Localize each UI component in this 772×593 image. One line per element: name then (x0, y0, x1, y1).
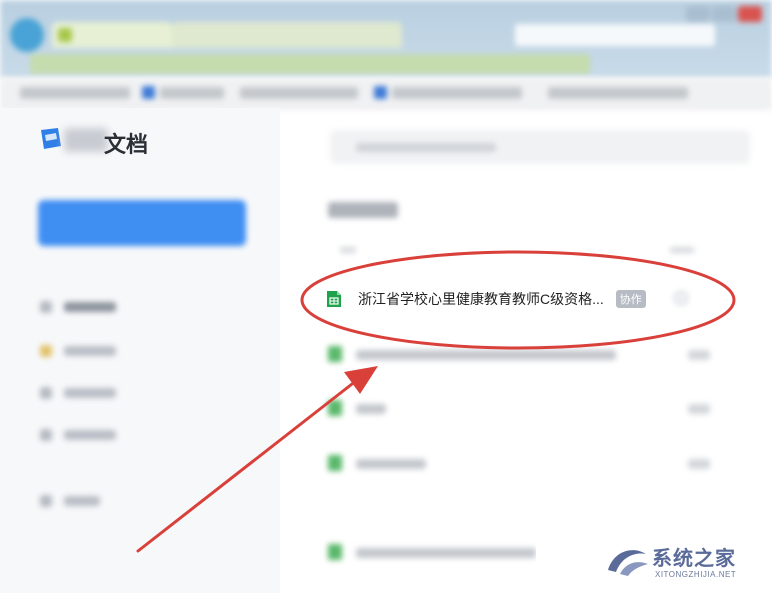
spreadsheet-icon (327, 291, 341, 307)
list-item-title (356, 350, 616, 360)
sidebar-item-settings[interactable] (40, 490, 100, 512)
list-item-title (356, 548, 536, 558)
app-logo-text: 文档 (104, 132, 149, 157)
document-title[interactable]: 浙江省学校心里健康教育教师C级资格... (358, 289, 604, 309)
bookmark-icon (142, 86, 155, 99)
browser-tab[interactable] (172, 22, 402, 48)
list-item[interactable] (320, 336, 740, 372)
sheet-icon (328, 346, 342, 362)
collaboration-badge: 协作 (615, 290, 646, 308)
gear-icon (40, 495, 52, 507)
sheet-icon (328, 400, 342, 416)
maximize-button[interactable] (712, 6, 736, 22)
bookmark-item[interactable] (548, 87, 688, 99)
bookmarks-bar (0, 78, 772, 109)
bookmark-item[interactable] (240, 87, 358, 99)
sidebar-item-trash[interactable] (40, 424, 116, 446)
sidebar-item-starred[interactable] (40, 340, 116, 362)
list-item[interactable] (320, 390, 740, 426)
document-row[interactable]: 浙江省学校心里健康教育教师C级资格... 协作 (326, 283, 706, 315)
sidebar-item-shared[interactable] (40, 382, 116, 404)
sheet-icon (328, 455, 342, 471)
sidebar-item-label (64, 302, 116, 312)
more-icon[interactable] (688, 404, 710, 414)
browser-logo-icon (10, 18, 44, 52)
list-item-title (356, 404, 386, 414)
star-icon (40, 345, 52, 357)
watermark-subtext: XITONGZHIJIA.NET (655, 570, 737, 579)
sidebar-item-label (64, 430, 116, 440)
column-headers (340, 247, 694, 253)
share-icon (40, 387, 52, 399)
folder-icon (40, 429, 52, 441)
sidebar-item-label (64, 346, 116, 356)
browser-search-input[interactable] (515, 24, 715, 46)
list-item-title (356, 459, 426, 469)
more-icon[interactable] (688, 459, 710, 469)
list-item[interactable] (320, 445, 740, 481)
bookmark-item[interactable] (160, 87, 224, 99)
address-bar[interactable] (30, 54, 590, 74)
more-options-icon[interactable] (672, 289, 690, 307)
sheet-icon (328, 544, 342, 560)
bookmark-icon (374, 86, 387, 99)
watermark-text: 系统之家 (652, 548, 736, 570)
sidebar-item-label (64, 496, 100, 506)
sidebar-item-label (64, 388, 116, 398)
more-icon[interactable] (688, 350, 710, 360)
minimize-button[interactable] (686, 6, 710, 22)
new-document-button[interactable] (38, 200, 246, 246)
browser-titlebar (0, 0, 772, 78)
tab-favicon-icon (58, 28, 72, 42)
clock-icon (40, 301, 52, 313)
sidebar-item-recent[interactable] (40, 296, 116, 318)
logo-redacted (64, 128, 108, 152)
close-window-button[interactable] (738, 6, 762, 22)
section-title (328, 202, 398, 218)
search-placeholder (356, 143, 496, 152)
watermark-logo-icon (608, 550, 648, 576)
docs-logo-icon (41, 128, 61, 149)
browser-tab[interactable] (52, 22, 172, 48)
bookmark-item[interactable] (392, 87, 522, 99)
document-search-input[interactable] (330, 130, 750, 164)
bookmark-item[interactable] (20, 87, 130, 99)
